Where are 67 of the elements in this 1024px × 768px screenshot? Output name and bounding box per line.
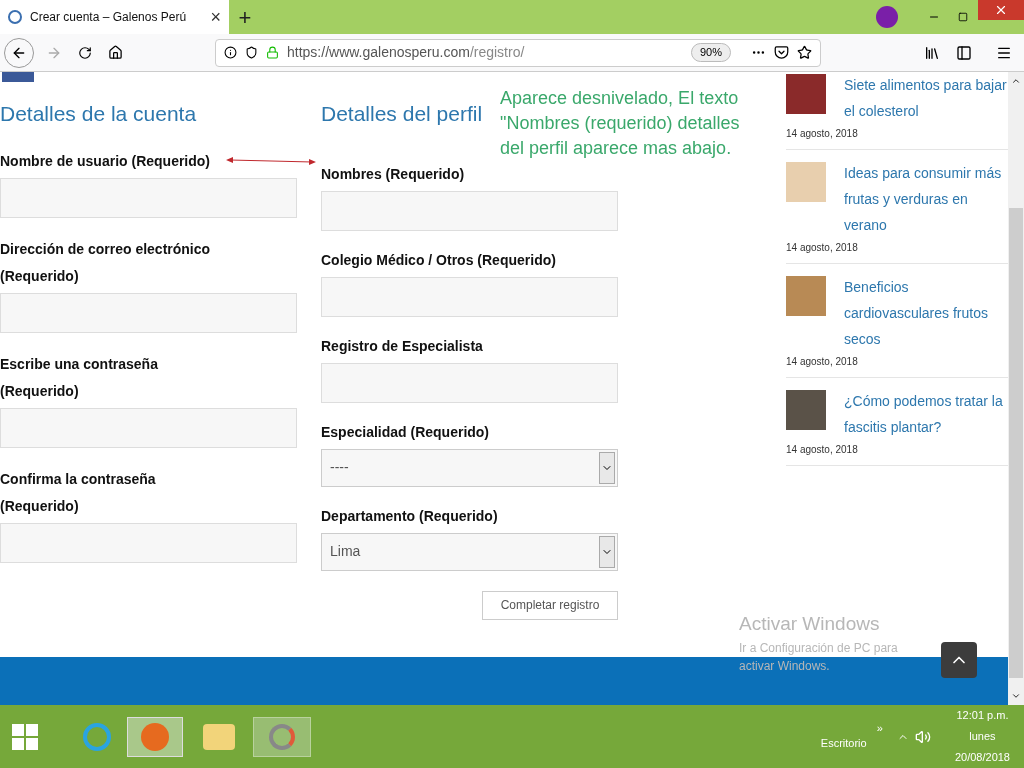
restore-icon[interactable] [958,12,968,22]
post-link[interactable]: Siete alimentos para bajar el colesterol [844,72,1008,124]
info-icon [224,46,237,59]
scroll-top-button[interactable] [941,642,977,678]
library-icon[interactable] [924,44,940,61]
select-field[interactable]: ---- [321,448,618,487]
scrollbar-thumb[interactable] [1009,208,1023,678]
input-field[interactable] [0,407,297,448]
input-field[interactable] [321,190,618,231]
scroll-down-icon[interactable] [1011,691,1021,701]
scroll-up-icon[interactable] [1011,76,1021,86]
field-label: Escribe una contraseña (Requerido) [0,354,159,401]
field-label: Colegio Médico / Otros (Requerido) [321,250,557,270]
activation-text: Ir a Configuración de PC para activar Windows. [739,639,899,675]
input-field[interactable] [321,362,618,403]
thumbnail [786,74,826,114]
thumbnail [786,390,826,430]
thumbnail [786,276,826,316]
folder-icon[interactable] [203,723,235,750]
clock-day: lunes [969,726,996,747]
new-tab-button[interactable]: + [233,0,257,34]
field-label: Dirección de correo electrónico (Requerido) [0,239,212,286]
close-icon[interactable] [978,0,1024,20]
address-bar[interactable]: https://www.galenosperu.com/registro/ 90% [215,38,821,67]
section-heading: Detalles del perfil [321,101,483,127]
windows-logo-icon[interactable] [12,723,38,750]
dropdown-icon [599,535,615,568]
home-icon[interactable] [108,45,123,60]
zoom-badge[interactable]: 90% [690,43,731,62]
post-date: 14 agosto, 2018 [786,355,859,369]
app-icon[interactable] [253,716,311,757]
post-date: 14 agosto, 2018 [786,241,859,255]
star-icon[interactable] [797,45,812,60]
submit-button[interactable]: Completar registro [482,590,618,620]
field-label: Departamento (Requerido) [321,506,499,526]
input-field[interactable] [0,177,297,218]
site-icon [8,10,22,24]
input-field[interactable] [321,276,618,317]
post-link[interactable]: Ideas para consumir más frutas y verduras en verano [844,160,1008,238]
sidebar-icon[interactable] [956,44,972,61]
lock-icon [266,46,279,59]
field-label: Nombre de usuario (Requerido) [0,151,212,171]
activation-title: Activar Windows [739,612,881,636]
post-date: 14 agosto, 2018 [786,443,859,457]
field-label: Confirma la contraseña (Requerido) [0,469,157,516]
select-field[interactable]: Lima [321,532,618,571]
clock-time: 12:01 p.m. [956,708,1009,723]
close-icon[interactable]: × [210,3,221,31]
reload-icon[interactable] [78,45,92,60]
pocket-icon[interactable] [774,45,789,60]
thumbnail [786,162,826,202]
post-date: 14 agosto, 2018 [786,127,859,141]
clock-date: 20/08/2018 [954,750,1010,765]
section-heading: Detalles de la cuenta [0,101,197,127]
post-link[interactable]: ¿Cómo podemos tratar la fascitis plantar? [844,388,1008,440]
browser-tab[interactable]: Crear cuenta – Galenos Perú × [0,0,229,34]
post-link[interactable]: Beneficios cardiovasculares frutos secos [844,274,1008,352]
field-label: Especialidad (Requerido) [321,422,491,442]
input-field[interactable] [0,292,297,333]
field-label: Nombres (Requerido) [321,164,466,184]
field-label: Registro de Especialista [321,336,484,356]
input-field[interactable] [0,522,297,563]
annotation-text: Aparece desnivelado, El texto "Nombres (requerido) detalles del perfil aparece mas abajo. [500,87,741,160]
scrollbar[interactable] [1008,72,1024,705]
dropdown-icon [599,451,615,484]
volume-icon[interactable] [914,728,931,745]
shield-icon [245,46,258,59]
